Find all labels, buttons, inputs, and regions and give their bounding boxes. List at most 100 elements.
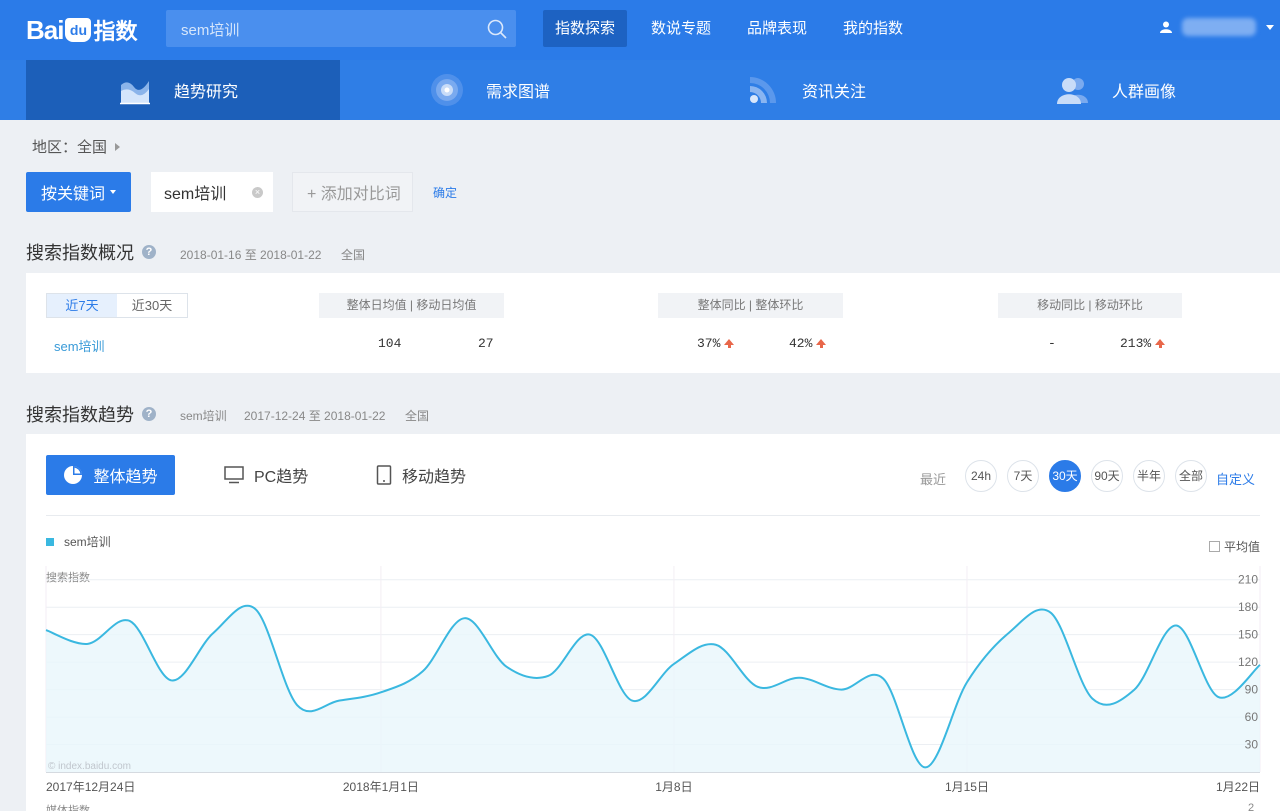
checkbox-icon bbox=[1209, 541, 1220, 552]
top-nav-item[interactable]: 数说专题 bbox=[639, 10, 723, 47]
tab-label: 人群画像 bbox=[1112, 84, 1177, 101]
tab-audience-profile[interactable]: 人群画像 bbox=[968, 60, 1280, 120]
top-nav-item[interactable]: 我的指数 bbox=[831, 10, 915, 47]
tab-trend-research[interactable]: 趋势研究 bbox=[26, 60, 340, 120]
logo-bai-text: Bai bbox=[26, 14, 64, 45]
custom-range-link[interactable]: 自定义 bbox=[1216, 469, 1255, 488]
mobile-daily-avg: 27 bbox=[478, 336, 494, 351]
tab-label: 趋势研究 bbox=[174, 84, 239, 101]
add-compare-button[interactable]: + 添加对比词 bbox=[292, 172, 413, 212]
rss-icon bbox=[750, 77, 776, 103]
average-checkbox[interactable]: 平均值 bbox=[1209, 538, 1260, 555]
top-nav-item[interactable]: 品牌表现 bbox=[735, 10, 819, 47]
y-tick-label: 210 bbox=[1238, 573, 1258, 587]
range-button[interactable]: 30天 bbox=[1049, 460, 1081, 492]
media-index-label: 媒体指数 bbox=[46, 805, 90, 811]
recent-label: 最近 bbox=[920, 472, 947, 487]
tab-news-attention[interactable]: 资讯关注 bbox=[654, 60, 968, 120]
trend-keyword: sem培训 bbox=[180, 409, 227, 423]
chevron-right-icon bbox=[115, 142, 121, 151]
y-tick-label: 150 bbox=[1238, 628, 1258, 642]
caret-down-icon bbox=[110, 190, 116, 194]
divider bbox=[46, 515, 1260, 516]
arrow-up-icon bbox=[1155, 339, 1166, 348]
logo-zhishu-text: 指数 bbox=[93, 19, 138, 44]
range-button[interactable]: 90天 bbox=[1091, 460, 1123, 492]
media-index-value: 2 bbox=[1248, 802, 1255, 811]
region-label: 地区：全国 bbox=[32, 139, 108, 156]
overview-title: 搜索指数概况 ? bbox=[26, 239, 156, 265]
baidu-index-logo[interactable]: Bai du 指数 bbox=[26, 10, 137, 50]
user-icon bbox=[1160, 21, 1172, 33]
x-tick-label: 1月22日 bbox=[1215, 780, 1260, 794]
keyword-mode-label: 按关键词 bbox=[40, 186, 105, 203]
keyword-mode-button[interactable]: 按关键词 bbox=[26, 172, 131, 212]
tab-demand-graph[interactable]: 需求图谱 bbox=[340, 60, 654, 120]
y-tick-label: 60 bbox=[1245, 710, 1259, 724]
range-button[interactable]: 半年 bbox=[1133, 460, 1165, 492]
arrow-up-icon bbox=[816, 339, 827, 348]
x-tick-label: 2017年12月24日 bbox=[46, 780, 136, 794]
keyword-text: sem培训 bbox=[164, 186, 227, 203]
tab-pc-trend[interactable]: PC趋势 bbox=[224, 455, 308, 495]
chart-legend[interactable]: sem培训 bbox=[46, 533, 111, 550]
people-icon bbox=[1057, 78, 1088, 104]
trend-title: 搜索指数趋势 ? bbox=[26, 401, 156, 427]
monitor-icon bbox=[224, 466, 244, 484]
overview-title-text: 搜索指数概况 bbox=[26, 243, 134, 263]
overview-keyword-link[interactable]: sem培训 bbox=[54, 336, 105, 355]
trend-chart-icon bbox=[120, 81, 150, 105]
legend-label: sem培训 bbox=[64, 535, 111, 549]
y-tick-label: 90 bbox=[1245, 683, 1259, 697]
chevron-down-icon bbox=[1266, 24, 1274, 30]
confirm-button[interactable]: 确定 bbox=[433, 184, 457, 201]
help-icon[interactable]: ? bbox=[142, 407, 156, 421]
logo-du-text: du bbox=[69, 22, 88, 38]
x-tick-label: 1月8日 bbox=[655, 780, 693, 794]
watermark-text: © index.baidu.com bbox=[48, 761, 131, 772]
average-label: 平均值 bbox=[1224, 540, 1261, 554]
pie-chart-icon bbox=[64, 466, 83, 484]
top-bar: Bai du 指数 sem培训 指数探索 数说专题 品牌表现 我的指数 bbox=[0, 0, 1280, 60]
range-button[interactable]: 24h bbox=[965, 460, 997, 492]
keyword-chip[interactable]: sem培训 × bbox=[151, 172, 273, 212]
trend-region: 全国 bbox=[405, 409, 430, 423]
tab-mobile-trend[interactable]: 移动趋势 bbox=[376, 455, 466, 495]
trend-title-text: 搜索指数趋势 bbox=[26, 405, 134, 425]
overall-daily-avg: 104 bbox=[378, 336, 402, 351]
help-icon[interactable]: ? bbox=[142, 245, 156, 259]
region-selector[interactable]: 地区：全国 bbox=[32, 136, 121, 157]
mobile-yoy: - bbox=[1048, 336, 1056, 351]
tab-label: 整体趋势 bbox=[93, 469, 158, 486]
user-menu[interactable] bbox=[1160, 18, 1274, 36]
y-tick-label: 180 bbox=[1238, 600, 1258, 614]
radar-icon bbox=[431, 74, 463, 106]
range-button[interactable]: 7天 bbox=[1007, 460, 1039, 492]
period-30d[interactable]: 近30天 bbox=[117, 294, 187, 317]
remove-keyword-icon[interactable]: × bbox=[252, 187, 263, 198]
search-box[interactable]: sem培训 bbox=[166, 10, 516, 47]
search-icon[interactable] bbox=[486, 18, 508, 40]
feature-tab-bar: 趋势研究 需求图谱 资讯关注 人群画像 bbox=[0, 60, 1280, 120]
tab-label: 移动趋势 bbox=[402, 469, 467, 486]
legend-swatch bbox=[46, 537, 54, 546]
period-7d[interactable]: 近7天 bbox=[47, 294, 117, 317]
overview-card: 近7天 近30天 整体日均值 | 移动日均值 整体同比 | 整体环比 移动同比 … bbox=[26, 273, 1280, 373]
top-nav-item[interactable]: 指数探索 bbox=[543, 10, 628, 47]
overview-date-range: 2018-01-16 至 2018-01-22 bbox=[180, 248, 322, 262]
y-tick-label: 120 bbox=[1238, 655, 1258, 669]
overall-yoy: 37% bbox=[697, 336, 721, 351]
trend-card: 整体趋势 PC趋势 移动趋势 最近 24h 7天 30天 90天 半年 全部 自定义 se… bbox=[26, 434, 1280, 811]
overview-region: 全国 bbox=[341, 248, 366, 262]
tab-overall-trend[interactable]: 整体趋势 bbox=[46, 455, 175, 495]
range-button[interactable]: 全部 bbox=[1175, 460, 1207, 492]
trend-line-chart[interactable]: 30 60 90 120 150 180 210 © index.baidu.com bbox=[26, 559, 1280, 779]
search-input[interactable]: sem培训 bbox=[181, 19, 239, 40]
x-tick-label: 2018年1月1日 bbox=[342, 780, 419, 794]
mobile-mom: 213% bbox=[1120, 336, 1152, 351]
period-toggle: 近7天 近30天 bbox=[46, 293, 188, 318]
trend-date-range: 2017-12-24 至 2018-01-22 bbox=[244, 409, 386, 423]
x-tick-label: 1月15日 bbox=[944, 780, 989, 794]
tab-label: 资讯关注 bbox=[802, 84, 867, 101]
header-overall-change: 整体同比 | 整体环比 bbox=[658, 293, 843, 318]
